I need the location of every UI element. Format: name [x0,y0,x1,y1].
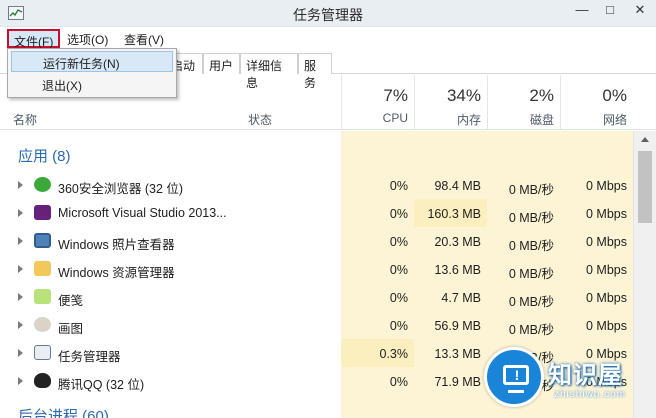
network-label: 网络 [602,113,627,127]
table-row[interactable]: Windows 照片查看器 0% 20.3 MB 0 MB/秒 0 Mbps [0,227,633,255]
expand-arrow-icon[interactable] [18,293,23,301]
disk-value: 0 MB/秒 [487,283,560,311]
scroll-thumb[interactable] [638,151,652,223]
network-value: 0 Mbps [560,311,633,339]
cpu-value: 0% [341,255,414,283]
column-name-header[interactable]: 名称 [13,111,37,128]
expand-arrow-icon[interactable] [18,377,23,385]
cpu-total-percent: 7% [383,86,408,105]
column-status-header[interactable]: 状态 [248,111,272,128]
disk-value: 0 MB/秒 [487,199,560,227]
disk-total-percent: 2% [529,86,554,105]
table-row[interactable]: 便笺 0% 4.7 MB 0 MB/秒 0 Mbps [0,283,633,311]
cpu-value: 0% [341,171,414,199]
exit-menu-item[interactable]: 退出(X) [11,74,173,95]
table-row[interactable]: 画图 0% 56.9 MB 0 MB/秒 0 Mbps [0,311,633,339]
disk-value: 0 MB/秒 [487,171,560,199]
cpu-value: 0% [341,311,414,339]
title-bar: 任务管理器 — □ ✕ [0,0,656,27]
sticky-notes-icon [34,289,51,304]
expand-arrow-icon[interactable] [18,209,23,217]
tab-users[interactable]: 用户 [203,53,240,74]
network-value: 0 Mbps [560,171,633,199]
menu-options[interactable]: 选项(O) [62,29,113,48]
process-name: 腾讯QQ (32 位) [58,378,145,392]
memory-value: 98.4 MB [414,171,487,199]
tab-details[interactable]: 详细信息 [240,53,298,90]
disk-value: 0 MB/秒 [487,255,560,283]
maximize-button[interactable]: □ [596,0,624,20]
process-name: 便笺 [58,294,84,308]
run-new-task-menu-item[interactable]: 运行新任务(N) [11,51,173,72]
expand-arrow-icon[interactable] [18,181,23,189]
column-network-header[interactable]: 0% 网络 [560,75,633,130]
column-memory-header[interactable]: 34% 内存 [414,75,487,130]
disk-value: 0 MB/秒 [487,227,560,255]
cpu-value: 0% [341,227,414,255]
process-name: Windows 照片查看器 [58,238,175,252]
table-row[interactable]: 360安全浏览器 (32 位) 0% 98.4 MB 0 MB/秒 0 Mbps [0,171,633,199]
watermark-subtitle: zhishiwu.com [554,389,627,400]
cpu-label: CPU [382,111,408,125]
photo-viewer-icon [34,233,51,248]
window-title: 任务管理器 [293,7,363,23]
task-manager-icon [34,345,51,360]
table-row[interactable]: Windows 资源管理器 0% 13.6 MB 0 MB/秒 0 Mbps [0,255,633,283]
file-menu-dropdown: 运行新任务(N) 退出(X) [7,48,177,98]
process-name: Windows 资源管理器 [58,266,175,280]
network-value: 0 Mbps [560,283,633,311]
browser-360-icon [34,177,51,192]
group-apps-heading[interactable]: 应用 (8) [18,145,71,166]
memory-total-percent: 34% [446,86,481,105]
watermark-logo: ! 知识屋 zhishiwu.com [484,347,656,418]
scroll-up-arrow-icon[interactable] [641,137,649,142]
visual-studio-icon [34,205,51,220]
close-button[interactable]: ✕ [624,0,656,20]
memory-value: 13.3 MB [414,339,487,367]
process-name: 360安全浏览器 (32 位) [58,182,184,196]
process-name: 任务管理器 [58,350,121,364]
memory-value: 56.9 MB [414,311,487,339]
cpu-value: 0.3% [341,339,414,367]
network-total-percent: 0% [602,86,627,105]
memory-value: 160.3 MB [414,199,487,227]
network-value: 0 Mbps [560,199,633,227]
column-cpu-header[interactable]: 7% CPU [341,75,414,130]
process-name: Microsoft Visual Studio 2013... [58,206,227,220]
group-background-heading[interactable]: 后台进程 (60) [18,405,109,418]
disk-label: 磁盘 [529,113,554,127]
memory-value: 13.6 MB [414,255,487,283]
menu-file[interactable]: 文件(F) [7,29,61,49]
cpu-value: 0% [341,367,414,395]
explorer-folder-icon [34,261,51,276]
watermark-monitor-icon: ! [484,347,544,407]
expand-arrow-icon[interactable] [18,349,23,357]
paint-icon [34,317,51,332]
table-row[interactable]: Microsoft Visual Studio 2013... 0% 160.3… [0,199,633,227]
column-disk-header[interactable]: 2% 磁盘 [487,75,560,130]
qq-penguin-icon [34,373,51,388]
menu-view[interactable]: 查看(V) [119,29,169,48]
expand-arrow-icon[interactable] [18,265,23,273]
network-value: 0 Mbps [560,255,633,283]
memory-label: 内存 [456,113,481,127]
memory-value: 20.3 MB [414,227,487,255]
tab-services[interactable]: 服务 [298,53,332,90]
minimize-button[interactable]: — [568,0,596,20]
expand-arrow-icon[interactable] [18,321,23,329]
cpu-value: 0% [341,199,414,227]
watermark-title: 知识屋 [548,362,623,389]
disk-value: 0 MB/秒 [487,311,560,339]
expand-arrow-icon[interactable] [18,237,23,245]
network-value: 0 Mbps [560,227,633,255]
memory-value: 4.7 MB [414,283,487,311]
cpu-value: 0% [341,283,414,311]
memory-value: 71.9 MB [414,367,487,395]
menu-bar: 文件(F) 选项(O) 查看(V) [0,27,656,49]
process-name: 画图 [58,322,84,336]
